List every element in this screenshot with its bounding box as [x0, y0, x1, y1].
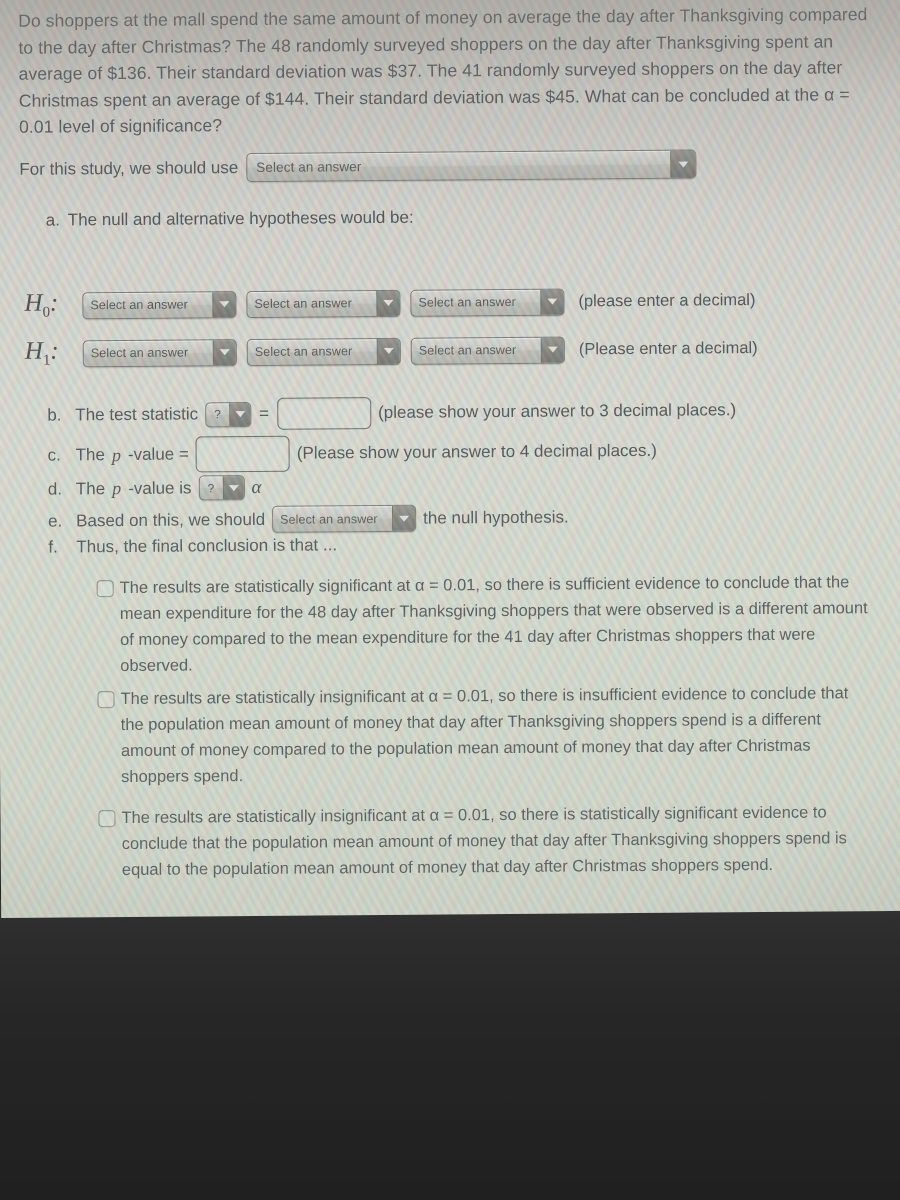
h0-select-3[interactable]: Select an answer [410, 288, 565, 317]
chevron-down-icon [212, 291, 236, 317]
conclusion-option-1-text: The results are statistically significan… [119, 573, 868, 676]
item-f-text: Thus, the final conclusion is that ... [76, 535, 338, 557]
study-label: For this study, we should use [19, 157, 239, 179]
h1-select-2-value: Select an answer [254, 344, 353, 359]
item-f: f. Thus, the final conclusion is that ..… [48, 535, 337, 557]
item-c-note: (Please show your answer to 4 decimal pl… [296, 440, 657, 463]
h1-select-1-value: Select an answer [90, 345, 189, 361]
item-d-pvar: p [112, 478, 122, 499]
checkbox-icon[interactable] [97, 691, 115, 709]
h0-select-3-value: Select an answer [418, 294, 516, 310]
test-statistic-select[interactable]: ? [205, 401, 252, 427]
item-d-text-pre: The [75, 478, 106, 498]
item-c-marker: c. [47, 445, 61, 465]
test-statistic-input[interactable] [276, 397, 372, 430]
problem-statement: Do shoppers at the mall spend the same a… [18, 4, 868, 137]
p-value-input[interactable] [195, 435, 290, 473]
hypothesis-null-row: H0: Select an answer Select an answer Se… [24, 284, 755, 322]
item-e-text-post: the null hypothesis. [423, 507, 569, 528]
item-c-text-post: -value = [127, 444, 189, 464]
item-a-text: The null and alternative hypotheses woul… [67, 207, 414, 230]
item-a: a. The null and alternative hypotheses wo… [46, 208, 414, 231]
conclusion-option-2-text: The results are statistically insignific… [120, 684, 849, 787]
h1-select-3[interactable]: Select an answer [410, 336, 565, 365]
item-b-text: The test statistic [75, 404, 199, 425]
h0-select-2-value: Select an answer [254, 296, 352, 311]
item-d: d. The p -value is ? α [48, 475, 262, 502]
h0-note: (please enter a decimal) [578, 290, 756, 310]
item-c-pvar: p [111, 444, 121, 465]
conclusion-option-2[interactable]: The results are statistically insignific… [97, 680, 876, 790]
item-c-text-pre: The [75, 445, 105, 465]
item-c: c. The p -value = (Please show your answer… [47, 433, 657, 474]
study-row: For this study, we should use Select an … [19, 149, 697, 183]
item-a-marker: a. [45, 210, 61, 230]
chevron-down-icon [229, 402, 251, 426]
screen-photo: Do shoppers at the mall spend the same a… [0, 0, 900, 1200]
h0-select-1-value: Select an answer [90, 297, 188, 313]
h1-select-3-value: Select an answer [418, 342, 517, 358]
test-statistic-select-value: ? [214, 407, 222, 422]
item-b-equals: = [259, 403, 270, 423]
study-select-value: Select an answer [256, 159, 362, 175]
hypothesis-alt-row: H1: Select an answer Select an answer Se… [25, 332, 758, 370]
conclusion-option-3-text: The results are statistically insignific… [121, 803, 847, 880]
conclusion-option-1[interactable]: The results are statistically significan… [96, 569, 876, 679]
decision-select-value: Select an answer [280, 511, 378, 527]
h1-select-2[interactable]: Select an answer [246, 337, 401, 366]
h1-note: (Please enter a decimal) [578, 338, 758, 358]
item-d-marker: d. [47, 478, 63, 499]
checkbox-icon[interactable] [96, 580, 114, 598]
item-e: e. Based on this, we should Select an an… [48, 504, 569, 535]
item-d-text-post: -value is [128, 477, 192, 498]
item-b-note: (please show your answer to 3 decimal pl… [377, 400, 737, 422]
conclusion-option-3[interactable]: The results are statistically insignific… [98, 799, 877, 883]
h0-select-2[interactable]: Select an answer [246, 289, 401, 318]
chevron-down-icon [376, 338, 400, 364]
item-e-marker: e. [48, 510, 63, 531]
p-value-compare-select[interactable]: ? [198, 475, 245, 501]
item-b-marker: b. [47, 405, 62, 425]
hypothesis-alt-label: H1: [24, 337, 59, 369]
chevron-down-icon [376, 290, 400, 316]
chevron-down-icon [392, 505, 416, 531]
item-e-text-pre: Based on this, we should [76, 509, 266, 530]
hypothesis-null-label: H0: [24, 289, 59, 321]
alpha-symbol: α [251, 476, 262, 498]
chevron-down-icon [540, 289, 564, 315]
h1-select-1[interactable]: Select an answer [82, 338, 237, 367]
checkbox-icon[interactable] [98, 810, 116, 828]
screen-surface: Do shoppers at the mall spend the same a… [0, 0, 900, 918]
chevron-down-icon [540, 337, 564, 363]
chevron-down-icon [222, 476, 244, 500]
decision-select[interactable]: Select an answer [272, 504, 417, 533]
h0-select-1[interactable]: Select an answer [82, 290, 237, 319]
monitor-bezel [0, 900, 900, 1200]
study-select[interactable]: Select an answer [246, 149, 697, 183]
chevron-down-icon [212, 339, 236, 365]
item-f-marker: f. [48, 537, 58, 557]
item-b: b. The test statistic ? = (please show y… [47, 394, 736, 431]
chevron-down-icon [670, 150, 696, 178]
p-value-compare-value: ? [207, 480, 215, 495]
